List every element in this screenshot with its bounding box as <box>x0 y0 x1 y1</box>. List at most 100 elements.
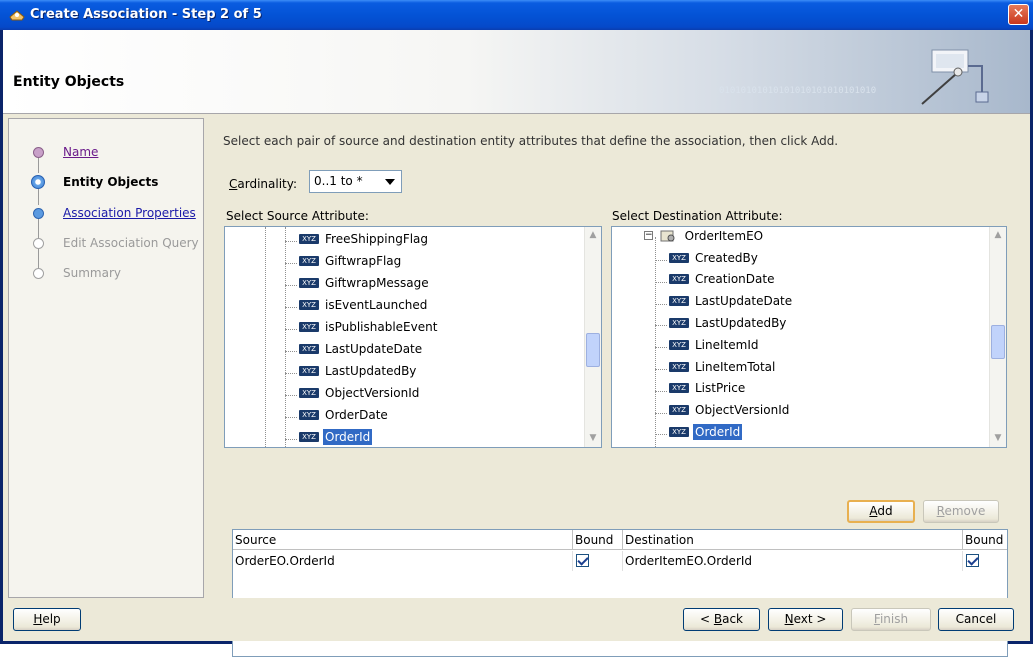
nav-step-label[interactable]: Name <box>63 145 98 159</box>
source-bound-checkbox[interactable] <box>576 554 589 567</box>
tree-node-attribute[interactable]: XYZ ListPrice <box>669 381 747 401</box>
wizard-header: Entity Objects 0101010101010101010101010… <box>3 30 1030 114</box>
nav-step-label: Edit Association Query <box>63 236 199 250</box>
tree-node-attribute[interactable]: XYZ isEventLaunched <box>299 297 429 317</box>
tree-node-label: LastUpdateDate <box>695 294 793 309</box>
tree-node-attribute[interactable]: XYZ LastUpdateDate <box>669 294 794 314</box>
attribute-icon: XYZ <box>669 339 689 350</box>
chevron-down-icon[interactable] <box>385 179 395 185</box>
scroll-up-icon[interactable]: ▲ <box>585 227 601 244</box>
destination-bound-checkbox[interactable] <box>966 554 979 567</box>
next-button[interactable]: Next > <box>768 608 843 631</box>
bound-cell[interactable] <box>573 551 623 571</box>
title-bar[interactable]: Create Association - Step 2 of 5 ✕ <box>0 0 1033 30</box>
scroll-down-icon[interactable]: ▼ <box>990 430 1006 447</box>
column-header-bound[interactable]: Bound <box>573 530 623 550</box>
next-label-rest: ext > <box>793 612 827 626</box>
tree-connector <box>285 307 297 308</box>
attribute-icon: XYZ <box>299 343 319 354</box>
attribute-icon: XYZ <box>299 409 319 420</box>
tree-connector <box>655 412 667 414</box>
attribute-icon: XYZ <box>669 405 689 416</box>
nav-step-name[interactable]: Name <box>9 142 204 162</box>
tree-node-label: LineItemId <box>695 337 759 352</box>
destination-scrollbar[interactable]: ▲ ▼ <box>989 227 1006 447</box>
tree-node-attribute[interactable]: XYZProductId <box>669 446 754 448</box>
source-attribute-tree[interactable]: XYZ FreeShippingFlag XYZ GiftwrapFlag XYZ Gif… <box>224 226 602 448</box>
tree-node-label: LastUpdatedBy <box>695 315 787 330</box>
tree-node-attribute[interactable]: XYZ isPublishableEvent <box>299 319 439 339</box>
nav-step-entity-objects: Entity Objects <box>9 172 204 192</box>
finish-button[interactable]: Finish <box>851 608 931 631</box>
tree-node-attribute[interactable]: XYZ OrderId <box>299 428 373 447</box>
tree-node-attribute[interactable]: XYZ LastUpdatedBy <box>669 315 788 335</box>
tree-node-attribute[interactable]: XYZ CreatedBy <box>669 250 760 270</box>
destination-attribute-tree[interactable]: − OrderItemEO XYZ CreatedBy XYZ CreationDat… <box>611 226 1007 448</box>
tree-node-attribute[interactable]: XYZ LineItemId <box>669 337 760 357</box>
entity-object-icon <box>660 229 676 243</box>
page-title: Entity Objects <box>13 74 125 90</box>
remove-button[interactable]: Remove <box>923 500 999 523</box>
cardinality-select[interactable]: 0..1 to * <box>309 170 402 193</box>
source-scrollbar[interactable]: ▲ ▼ <box>584 227 601 447</box>
attribute-icon: XYZ <box>669 296 689 307</box>
collapse-icon[interactable]: − <box>644 231 653 240</box>
help-label-rest: elp <box>42 612 61 626</box>
help-button[interactable]: Help <box>13 608 81 631</box>
column-header-bound[interactable]: Bound <box>963 530 1007 550</box>
cardinality-value: 0..1 to * <box>314 174 363 188</box>
tree-node-attribute[interactable]: XYZ GiftwrapMessage <box>299 275 431 295</box>
tree-node-attribute[interactable]: XYZ OrderDate <box>299 407 390 427</box>
finish-label-rest: inish <box>879 612 909 626</box>
attribute-icon: XYZ <box>299 299 319 310</box>
scroll-up-icon[interactable]: ▲ <box>990 227 1006 244</box>
tree-node-attribute[interactable]: XYZ GiftwrapFlag <box>299 253 403 273</box>
wizard-logo-icon <box>921 49 989 105</box>
attribute-icon: XYZ <box>669 252 689 263</box>
tree-node-attribute[interactable]: XYZ LastUpdateDate <box>299 341 424 361</box>
tree-node-attribute[interactable]: XYZ CreationDate <box>669 272 776 292</box>
scroll-down-icon[interactable]: ▼ <box>585 430 601 447</box>
column-header-source[interactable]: Source <box>233 530 573 550</box>
tree-node-attribute[interactable]: XYZ OrderId <box>669 423 743 444</box>
tree-node-attribute[interactable]: XYZ ObjectVersionId <box>669 403 791 423</box>
tree-node-label: GiftwrapMessage <box>325 275 429 290</box>
tree-connector <box>285 351 297 352</box>
tree-node-attribute[interactable]: XYZ FreeShippingFlag <box>299 231 430 251</box>
tree-connector <box>655 303 667 305</box>
back-button[interactable]: < Back <box>683 608 760 631</box>
source-cell[interactable]: OrderEO.OrderId <box>233 551 573 571</box>
wizard-steps-nav: Name Entity Objects Association Properti… <box>8 118 204 598</box>
tree-node-attribute[interactable]: XYZ LastUpdatedBy <box>299 363 418 383</box>
tree-node-label: CreationDate <box>695 272 775 287</box>
tree-node-attribute[interactable]: XYZ ObjectVersionId <box>299 385 421 405</box>
cancel-button[interactable]: Cancel <box>938 608 1014 631</box>
tree-connector <box>285 373 297 374</box>
attribute-icon: XYZ <box>299 365 319 376</box>
destination-cell[interactable]: OrderItemEO.OrderId <box>623 551 963 571</box>
attribute-icon: XYZ <box>669 361 689 372</box>
tree-node-attribute[interactable]: XYZ LineItemTotal <box>669 359 777 379</box>
tree-connector <box>655 347 667 349</box>
close-button[interactable]: ✕ <box>1008 4 1029 25</box>
scroll-thumb[interactable] <box>586 333 600 367</box>
tree-connector <box>655 325 667 327</box>
nav-step-label[interactable]: Association Properties <box>63 206 196 220</box>
back-label-rest: ack <box>722 612 743 626</box>
attribute-icon: XYZ <box>669 426 689 437</box>
scroll-thumb[interactable] <box>991 325 1005 359</box>
nav-step-label: Entity Objects <box>63 175 159 189</box>
tree-node-parent[interactable]: − OrderItemEO <box>644 228 765 248</box>
tree-connector <box>655 281 667 283</box>
cardinality-label-rest: ardinality: <box>237 177 298 191</box>
add-button[interactable]: Add <box>847 500 915 523</box>
tree-connector <box>285 285 297 286</box>
nav-step-association-properties[interactable]: Association Properties <box>9 203 204 223</box>
column-header-destination[interactable]: Destination <box>623 530 963 550</box>
step-disabled-icon <box>33 268 44 279</box>
attribute-icon: XYZ <box>299 431 319 442</box>
step-current-icon <box>31 175 45 189</box>
bound-cell[interactable] <box>963 551 1007 571</box>
tree-node-label: LineItemTotal <box>695 359 776 374</box>
add-label-rest: dd <box>877 504 893 518</box>
